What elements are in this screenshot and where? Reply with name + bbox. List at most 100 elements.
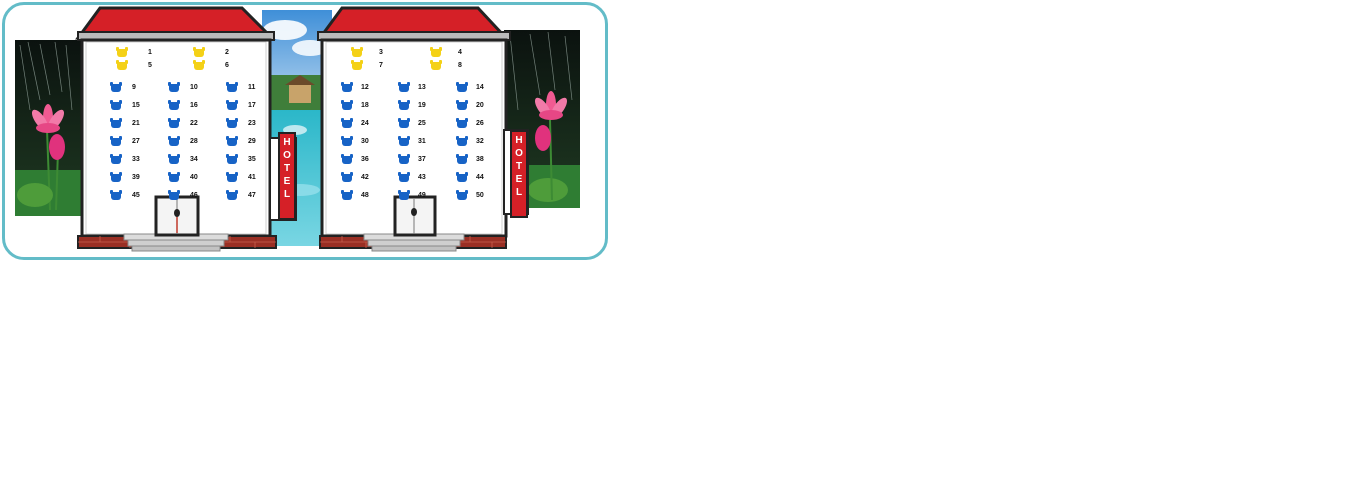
- seat-number-label: 17: [248, 102, 256, 109]
- seat-10[interactable]: [168, 82, 180, 92]
- seat-19[interactable]: [398, 100, 410, 110]
- seat-13[interactable]: [398, 82, 410, 92]
- seat-12[interactable]: [341, 82, 353, 92]
- seat-34[interactable]: [168, 154, 180, 164]
- seat-icon: [111, 120, 121, 128]
- seat-number-label: 25: [418, 120, 426, 127]
- seat-18[interactable]: [341, 100, 353, 110]
- seat-number-label: 14: [476, 84, 484, 91]
- seat-icon: [457, 138, 467, 146]
- premium-seat-1[interactable]: [116, 47, 128, 57]
- seat-46[interactable]: [168, 190, 180, 200]
- seat-number-label: 34: [190, 156, 198, 163]
- seat-icon: [457, 84, 467, 92]
- seat-21[interactable]: [110, 118, 122, 128]
- seat-29[interactable]: [226, 136, 238, 146]
- seat-32[interactable]: [456, 136, 468, 146]
- seat-9[interactable]: [110, 82, 122, 92]
- seat-number-label: 23: [248, 120, 256, 127]
- seat-icon: [111, 138, 121, 146]
- seat-20[interactable]: [456, 100, 468, 110]
- seat-icon: [227, 192, 237, 200]
- seat-number-label: 39: [132, 174, 140, 181]
- hotel-sign-left-text: HOTEL: [283, 137, 291, 200]
- seat-26[interactable]: [456, 118, 468, 128]
- seat-number-label: 21: [132, 120, 140, 127]
- seat-icon: [169, 84, 179, 92]
- seat-number-label: 37: [418, 156, 426, 163]
- seat-icon: [111, 102, 121, 110]
- lotus-bud-left: [49, 134, 65, 160]
- entrance-door-right: [393, 195, 437, 237]
- seat-number-label: 35: [248, 156, 256, 163]
- seat-47[interactable]: [226, 190, 238, 200]
- seat-41[interactable]: [226, 172, 238, 182]
- seat-number-label: 47: [248, 192, 256, 199]
- seat-icon: [227, 156, 237, 164]
- seat-number-label: 29: [248, 138, 256, 145]
- seat-number-label: 2: [225, 49, 229, 56]
- seat-icon: [399, 156, 409, 164]
- seat-24[interactable]: [341, 118, 353, 128]
- seat-16[interactable]: [168, 100, 180, 110]
- seat-number-label: 16: [190, 102, 198, 109]
- seat-37[interactable]: [398, 154, 410, 164]
- seat-35[interactable]: [226, 154, 238, 164]
- seat-17[interactable]: [226, 100, 238, 110]
- seat-icon: [342, 192, 352, 200]
- seat-icon: [111, 156, 121, 164]
- seat-38[interactable]: [456, 154, 468, 164]
- seat-27[interactable]: [110, 136, 122, 146]
- seat-number-label: 31: [418, 138, 426, 145]
- seat-15[interactable]: [110, 100, 122, 110]
- seat-23[interactable]: [226, 118, 238, 128]
- seat-number-label: 18: [361, 102, 369, 109]
- seat-number-label: 46: [190, 192, 198, 199]
- seat-number-label: 9: [132, 84, 136, 91]
- seat-48[interactable]: [341, 190, 353, 200]
- seat-number-label: 27: [132, 138, 140, 145]
- premium-seat-2[interactable]: [193, 47, 205, 57]
- premium-seat-8[interactable]: [430, 60, 442, 70]
- seat-icon: [169, 120, 179, 128]
- seat-icon: [431, 49, 441, 57]
- seat-39[interactable]: [110, 172, 122, 182]
- seat-42[interactable]: [341, 172, 353, 182]
- hotel-building-right: [317, 6, 529, 252]
- premium-seat-6[interactable]: [193, 60, 205, 70]
- seat-11[interactable]: [226, 82, 238, 92]
- seat-icon: [342, 102, 352, 110]
- seat-icon: [342, 138, 352, 146]
- seat-number-label: 30: [361, 138, 369, 145]
- seat-14[interactable]: [456, 82, 468, 92]
- seat-icon: [399, 174, 409, 182]
- premium-seat-4[interactable]: [430, 47, 442, 57]
- premium-seat-5[interactable]: [116, 60, 128, 70]
- seat-49[interactable]: [398, 190, 410, 200]
- seat-number-label: 19: [418, 102, 426, 109]
- seat-number-label: 22: [190, 120, 198, 127]
- seat-44[interactable]: [456, 172, 468, 182]
- hotel-scene: [15, 6, 580, 252]
- seat-28[interactable]: [168, 136, 180, 146]
- seat-45[interactable]: [110, 190, 122, 200]
- seat-22[interactable]: [168, 118, 180, 128]
- seat-icon: [342, 156, 352, 164]
- seat-icon: [399, 138, 409, 146]
- seat-number-label: 45: [132, 192, 140, 199]
- seat-icon: [169, 174, 179, 182]
- seat-icon: [227, 174, 237, 182]
- seat-icon: [457, 120, 467, 128]
- premium-seat-3[interactable]: [351, 47, 363, 57]
- seat-40[interactable]: [168, 172, 180, 182]
- premium-seat-7[interactable]: [351, 60, 363, 70]
- seat-number-label: 11: [248, 84, 256, 91]
- seat-25[interactable]: [398, 118, 410, 128]
- seat-number-label: 28: [190, 138, 198, 145]
- seat-43[interactable]: [398, 172, 410, 182]
- seat-33[interactable]: [110, 154, 122, 164]
- seat-30[interactable]: [341, 136, 353, 146]
- seat-50[interactable]: [456, 190, 468, 200]
- seat-31[interactable]: [398, 136, 410, 146]
- seat-36[interactable]: [341, 154, 353, 164]
